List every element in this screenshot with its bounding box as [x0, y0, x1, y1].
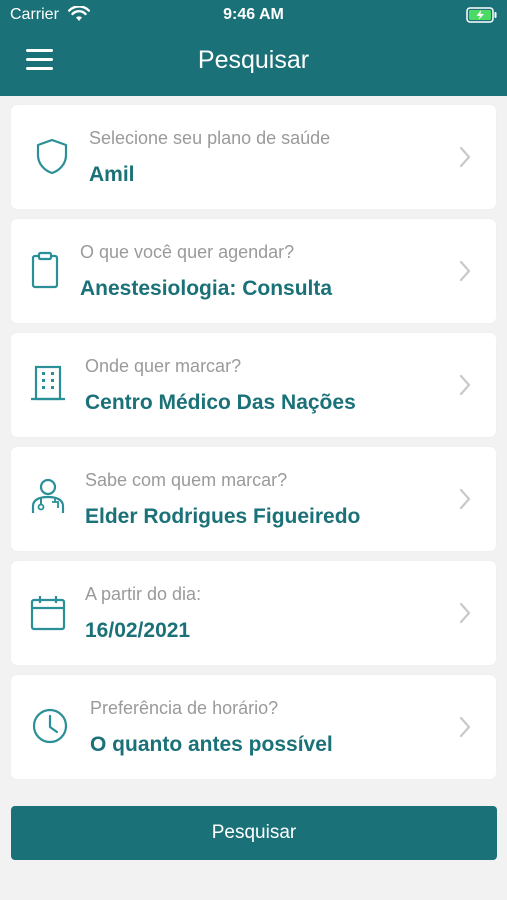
field-value: Amil — [89, 163, 135, 186]
battery-charging-icon — [466, 7, 497, 23]
clipboard-icon — [31, 251, 59, 289]
field-label: Sabe com quem marcar? — [85, 470, 288, 490]
health-plan-selector[interactable]: Selecione seu plano de saúde Amil — [11, 105, 496, 209]
status-bar: Carrier 9:46 AM — [0, 0, 507, 30]
field-label: A partir do dia: — [85, 584, 202, 604]
chevron-right-icon — [459, 146, 471, 168]
location-selector[interactable]: Onde quer marcar? Centro Médico Das Naçõ… — [11, 333, 496, 437]
page-title: Pesquisar — [197, 46, 310, 74]
time-preference-selector[interactable]: Preferência de horário? O quanto antes p… — [11, 675, 496, 779]
field-value: O quanto antes possível — [90, 733, 333, 756]
app-header: Carrier 9:46 AM Pesquisar — [0, 0, 507, 96]
chevron-right-icon — [459, 374, 471, 396]
field-value: Anestesiologia: Consulta — [80, 277, 333, 300]
shield-icon — [36, 138, 68, 175]
search-button[interactable]: Pesquisar — [11, 806, 497, 860]
specialty-selector[interactable]: O que você quer agendar? Anestesiologia:… — [11, 219, 496, 323]
start-date-selector[interactable]: A partir do dia: 16/02/2021 — [11, 561, 496, 665]
field-label: Preferência de horário? — [90, 698, 279, 718]
field-label: Onde quer marcar? — [85, 356, 242, 376]
field-label: Selecione seu plano de saúde — [89, 128, 331, 148]
field-value: Centro Médico Das Nações — [85, 391, 356, 414]
field-value: Elder Rodrigues Figueiredo — [85, 505, 361, 528]
building-icon — [31, 365, 65, 401]
chevron-right-icon — [459, 260, 471, 282]
calendar-icon — [30, 596, 66, 631]
field-value: 16/02/2021 — [85, 619, 191, 642]
chevron-right-icon — [459, 602, 471, 624]
clock-icon — [32, 708, 68, 744]
doctor-selector[interactable]: Sabe com quem marcar? Elder Rodrigues Fi… — [11, 447, 496, 551]
chevron-right-icon — [459, 716, 471, 738]
field-label: O que você quer agendar? — [80, 242, 295, 262]
doctor-icon — [31, 478, 65, 513]
chevron-right-icon — [459, 488, 471, 510]
status-time: 9:46 AM — [223, 6, 284, 23]
